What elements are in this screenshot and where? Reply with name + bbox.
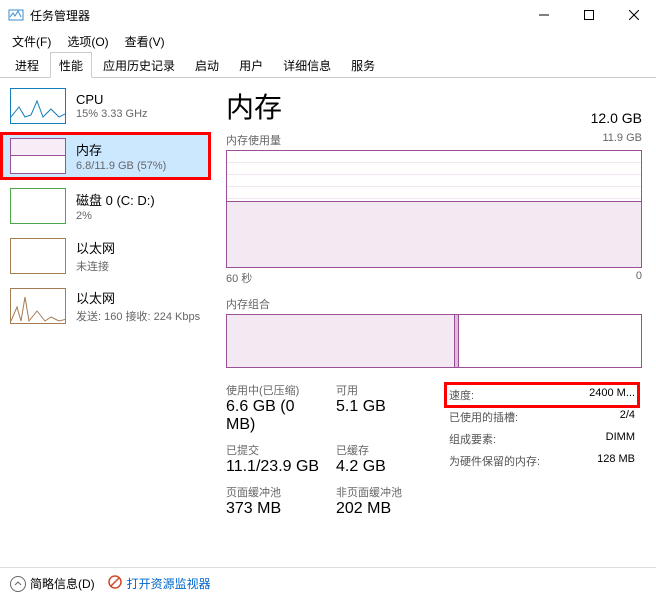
menu-options[interactable]: 选项(O) [59,31,116,52]
maximize-button[interactable] [566,0,611,30]
sidebar-item-sub: 发送: 160 接收: 224 Kbps [76,308,200,324]
memory-details: 速度: 2400 M... 已使用的插槽: 2/4 组成要素: DIMM 为硬件保留的… [442,382,642,518]
form-label: 组成要素: [449,431,496,447]
in-use-value: 6.6 GB (0 MB) [226,398,328,434]
open-resource-monitor-link[interactable]: 打开资源监视器 [107,574,211,593]
sidebar-item-ethernet-1[interactable]: 以太网 未连接 [0,232,211,280]
app-icon [8,7,24,23]
slots-value: 2/4 [620,409,635,425]
usage-label: 内存使用量 [226,132,281,148]
sidebar-item-ethernet-2[interactable]: 以太网 发送: 160 接收: 224 Kbps [0,282,211,330]
cached-value: 4.2 GB [336,458,438,476]
menu-view[interactable]: 查看(V) [117,31,173,52]
memory-usage-chart[interactable] [226,150,642,268]
menu-bar: 文件(F) 选项(O) 查看(V) [0,30,656,52]
speed-value: 2400 M... [589,387,635,403]
nonpaged-value: 202 MB [336,500,438,518]
composition-label: 内存组合 [226,296,642,312]
page-title: 内存 [226,86,282,126]
hw-reserved-label: 为硬件保留的内存: [449,453,540,469]
committed-label: 已提交 [226,442,328,458]
tab-bar: 进程 性能 应用历史记录 启动 用户 详细信息 服务 [0,52,656,78]
ethernet-thumb [10,288,66,324]
tab-services[interactable]: 服务 [342,52,384,78]
committed-value: 11.1/23.9 GB [226,458,328,476]
sidebar: CPU 15% 3.33 GHz 内存 6.8/11.9 GB (57%) 磁盘… [0,78,212,567]
sidebar-item-sub: 未连接 [76,258,115,274]
tab-details[interactable]: 详细信息 [274,52,340,78]
disk-thumb [10,188,66,224]
sidebar-item-label: CPU [76,92,148,107]
sidebar-item-memory[interactable]: 内存 6.8/11.9 GB (57%) [0,132,211,180]
paged-value: 373 MB [226,500,328,518]
tab-performance[interactable]: 性能 [50,52,92,78]
chevron-up-icon [10,576,26,592]
speed-label: 速度: [449,387,474,403]
sidebar-item-disk[interactable]: 磁盘 0 (C: D:) 2% [0,182,211,230]
sidebar-item-cpu[interactable]: CPU 15% 3.33 GHz [0,82,211,130]
window-title: 任务管理器 [30,7,521,24]
main-panel: 内存 12.0 GB 内存使用量 11.9 GB 60 秒 0 内存组合 使用中… [212,78,656,567]
sidebar-item-label: 以太网 [76,238,115,257]
tab-processes[interactable]: 进程 [6,52,48,78]
usage-max: 11.9 GB [602,132,642,148]
close-button[interactable] [611,0,656,30]
tab-users[interactable]: 用户 [230,52,272,78]
sidebar-item-sub: 15% 3.33 GHz [76,108,148,120]
brief-info-link[interactable]: 简略信息(D) [10,575,95,592]
sidebar-item-label: 内存 [76,140,166,159]
footer: 简略信息(D) 打开资源监视器 [0,567,656,599]
cached-label: 已缓存 [336,442,438,458]
available-label: 可用 [336,382,438,398]
memory-thumb [10,138,66,174]
title-bar: 任务管理器 [0,0,656,30]
tab-startup[interactable]: 启动 [186,52,228,78]
nonpaged-label: 非页面缓冲池 [336,484,438,500]
memory-total: 12.0 GB [591,110,642,126]
sidebar-item-label: 磁盘 0 (C: D:) [76,190,155,209]
tab-apphistory[interactable]: 应用历史记录 [94,52,184,78]
chart-time-left: 60 秒 [226,270,252,286]
menu-file[interactable]: 文件(F) [4,31,59,52]
ethernet-thumb [10,238,66,274]
resource-monitor-icon [107,574,123,593]
available-value: 5.1 GB [336,398,438,416]
chart-time-right: 0 [636,270,642,286]
paged-label: 页面缓冲池 [226,484,328,500]
slots-label: 已使用的插槽: [449,409,518,425]
form-value: DIMM [606,431,635,447]
sidebar-item-sub: 6.8/11.9 GB (57%) [76,160,166,172]
cpu-thumb [10,88,66,124]
in-use-label: 使用中(已压缩) [226,382,328,398]
window-controls [521,0,656,30]
hw-reserved-value: 128 MB [597,453,635,469]
sidebar-item-label: 以太网 [76,288,200,307]
minimize-button[interactable] [521,0,566,30]
memory-composition-chart[interactable] [226,314,642,368]
sidebar-item-sub: 2% [76,210,155,222]
